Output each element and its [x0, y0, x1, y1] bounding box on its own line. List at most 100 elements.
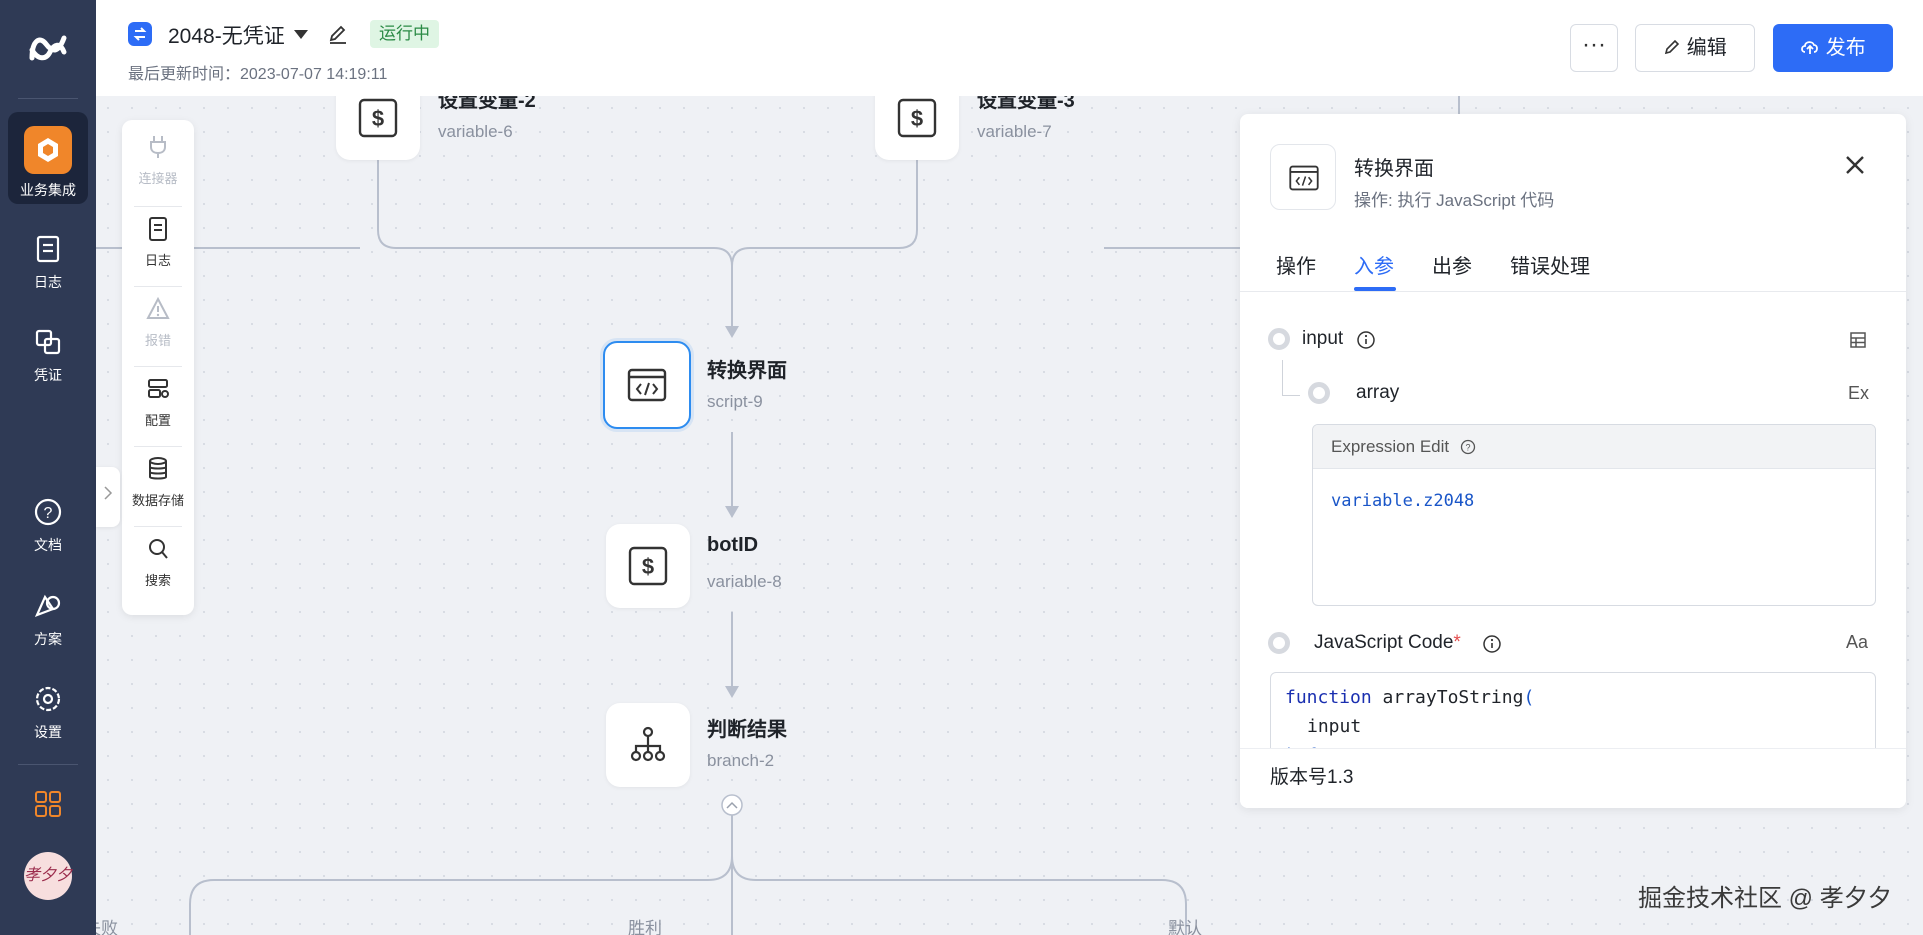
sidebar-item-docs[interactable]: ? 文档 — [8, 481, 88, 573]
node-variable-8[interactable]: $ — [606, 524, 690, 608]
js-code-radio[interactable] — [1268, 632, 1290, 654]
box-integration-icon — [24, 126, 72, 174]
code-function-name: arrayToString — [1382, 687, 1524, 708]
code-window-icon — [627, 368, 667, 402]
sidebar-item-label: 凭证 — [34, 367, 62, 383]
avatar[interactable]: 孝夕夕 — [24, 852, 72, 900]
edge-variable7-merge — [731, 156, 918, 267]
sidebar-item-label: 设置 — [34, 724, 62, 740]
sidebar-item-integration[interactable]: 业务集成 — [8, 112, 88, 204]
app-logo[interactable] — [24, 30, 72, 70]
node-title: 设置变量-2 — [438, 96, 536, 112]
page-header: 2048-无凭证 运行中 最后更新时间：2023-07-07 14:19:11 … — [96, 0, 1923, 96]
toolbar-log[interactable]: 日志 — [122, 202, 194, 282]
sidebar-item-settings[interactable]: 设置 — [8, 668, 88, 760]
edit-button[interactable]: 编辑 — [1635, 24, 1755, 72]
rename-pencil-icon[interactable] — [326, 22, 350, 46]
expand-toolbar-tab[interactable] — [96, 467, 120, 527]
toolbar-storage[interactable]: 数据存储 — [122, 442, 194, 522]
svg-text:?: ? — [44, 505, 53, 522]
sidebar-item-label: 日志 — [34, 274, 62, 290]
close-icon[interactable] — [1840, 150, 1870, 180]
active-tab-indicator — [1354, 287, 1396, 291]
toolbar-search[interactable]: 搜索 — [122, 522, 194, 602]
log-icon — [36, 235, 60, 263]
info-icon[interactable] — [1356, 330, 1376, 350]
table-view-icon[interactable] — [1848, 330, 1868, 350]
sidebar-item-label: 方案 — [34, 631, 62, 647]
sidebar-item-label: 业务集成 — [20, 182, 76, 198]
dollar-icon: $ — [358, 98, 398, 138]
config-icon — [148, 379, 169, 398]
node-script-9[interactable] — [603, 341, 691, 429]
expression-editor[interactable]: Expression Edit ? variable.z2048 — [1312, 424, 1876, 606]
chevron-right-icon — [104, 486, 113, 500]
branch-label-default: 默认 — [1168, 919, 1202, 935]
code-window-icon — [1289, 165, 1319, 191]
toolbar-item-label: 配置 — [144, 413, 171, 428]
toolbar-item-label: 日志 — [144, 253, 171, 268]
tab-input-params[interactable]: 入参 — [1354, 250, 1394, 279]
js-code-label-text: JavaScript Code — [1314, 632, 1454, 653]
node-subtitle: variable-6 — [438, 122, 513, 141]
log-icon — [149, 217, 167, 241]
chevron-down-icon[interactable] — [294, 30, 308, 39]
toolbar-item-label: 报错 — [144, 333, 171, 348]
sidebar-item-credential[interactable]: 凭证 — [8, 311, 88, 403]
publish-button-label: 发布 — [1825, 37, 1866, 59]
toolbar-connector[interactable]: 连接器 — [122, 120, 194, 200]
page-title: 2048-无凭证 — [168, 25, 285, 48]
status-badge: 运行中 — [370, 20, 439, 48]
sidebar-item-label: 文档 — [34, 537, 62, 553]
warning-icon — [146, 296, 170, 319]
apps-grid-icon[interactable] — [34, 790, 62, 818]
toolbar-error[interactable]: 报错 — [122, 282, 194, 362]
array-param-label: array — [1356, 382, 1400, 403]
expression-mode-toggle[interactable]: Ex — [1848, 383, 1869, 404]
node-title: 设置变量-3 — [977, 96, 1075, 112]
left-sidebar: 业务集成 日志 凭证 ? 文档 方案 设置 孝夕夕 — [0, 0, 96, 935]
node-title: 判断结果 — [707, 719, 787, 741]
array-radio[interactable] — [1308, 382, 1330, 404]
toolbar-item-label: 数据存储 — [131, 493, 184, 508]
svg-text:$: $ — [911, 106, 923, 131]
tab-operation[interactable]: 操作 — [1276, 250, 1316, 279]
arrow-head — [725, 686, 739, 698]
help-icon[interactable]: ? — [1460, 439, 1476, 455]
tab-error-handling[interactable]: 错误处理 — [1510, 250, 1590, 279]
input-param-label: input — [1302, 328, 1344, 349]
js-code-label: JavaScript Code* — [1314, 632, 1461, 654]
sidebar-item-log[interactable]: 日志 — [8, 218, 88, 310]
code-line-2: input — [1307, 716, 1362, 737]
panel-node-icon — [1270, 144, 1336, 210]
info-icon[interactable] — [1482, 634, 1502, 654]
input-radio[interactable] — [1268, 328, 1290, 350]
node-branch-2[interactable] — [606, 703, 690, 787]
svg-text:?: ? — [1465, 443, 1470, 453]
expression-value[interactable]: variable.z2048 — [1313, 469, 1875, 533]
edit-icon — [1665, 39, 1680, 55]
flow-icon — [128, 22, 152, 46]
expression-editor-header: Expression Edit ? — [1313, 425, 1875, 469]
more-button[interactable]: ··· — [1570, 24, 1618, 72]
text-mode-toggle[interactable]: Aa — [1846, 632, 1868, 653]
arrow-head — [725, 326, 739, 338]
edge-branch-default — [731, 855, 1187, 935]
edit-button-label: 编辑 — [1686, 37, 1727, 59]
cloud-upload-icon — [1801, 41, 1819, 54]
dollar-icon: $ — [628, 546, 668, 586]
canvas-toolbar: 连接器 日志 报错 配置 数据存储 搜索 — [122, 120, 194, 615]
toolbar-config[interactable]: 配置 — [122, 362, 194, 442]
plug-icon — [150, 136, 166, 158]
sidebar-item-solution[interactable]: 方案 — [8, 575, 88, 667]
svg-text:$: $ — [642, 554, 654, 579]
node-variable-6[interactable]: $ — [336, 96, 420, 160]
publish-button[interactable]: 发布 — [1773, 24, 1893, 72]
last-updated-text: 最后更新时间：2023-07-07 14:19:11 — [128, 66, 388, 83]
node-subtitle: script-9 — [707, 392, 763, 411]
node-variable-7[interactable]: $ — [875, 96, 959, 160]
dollar-icon: $ — [897, 98, 937, 138]
tab-output-params[interactable]: 出参 — [1432, 250, 1472, 279]
panel-title: 转换界面 — [1354, 158, 1434, 180]
gear-icon — [35, 686, 61, 712]
